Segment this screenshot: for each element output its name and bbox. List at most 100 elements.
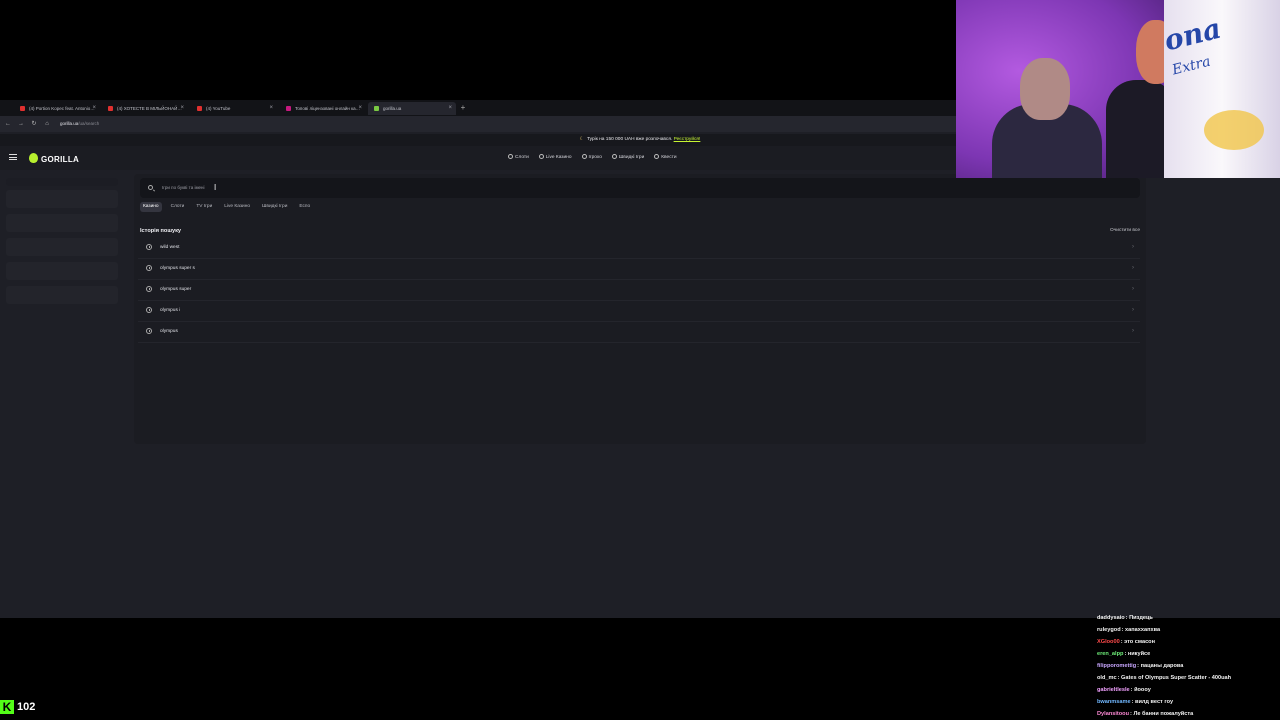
url-path: /ua/search [78,121,100,126]
forward-arrow-icon[interactable]: → [16,119,26,129]
casino-favicon-icon [286,106,291,111]
nav-item-slots[interactable]: Слоти [508,153,529,163]
close-tab-icon[interactable]: × [358,102,362,115]
menu-icon[interactable] [9,154,17,160]
chat-username[interactable]: old_mc [1097,675,1117,681]
bottle-label-image [1204,110,1264,150]
sidebar-skeleton [6,286,118,304]
kick-logo-icon: K [0,700,14,714]
browser-tab-active[interactable]: gorilla.ua × [368,102,456,115]
clear-all-button[interactable]: Очистити все [1110,226,1140,236]
chat-message: daddysaio: Пиздець [1097,612,1280,624]
tab-fast-games[interactable]: Швидкі Ігри [259,202,290,212]
history-item[interactable]: wild west › [138,238,1140,259]
chat-text: Gates of Olympus Super Scatter - 400uah [1121,675,1232,681]
chat-message: gabrieltlesle: йоооу [1097,684,1280,696]
chevron-right-icon: › [1132,265,1134,271]
chat-text: вилд вест гоу [1135,699,1174,705]
history-item[interactable]: olympus super s › [138,259,1140,280]
history-query: olympus i [160,308,181,313]
search-history-header: Історія пошуку Очистити все [140,226,1140,236]
clock-icon [146,244,152,250]
chat-text: йоооу [1134,687,1151,693]
search-box[interactable]: I [140,178,1140,198]
browser-tab[interactable]: (4) Portion Kopec feat. Antonio… × [14,102,100,115]
tab-slots[interactable]: Слоти [168,202,188,212]
close-tab-icon[interactable]: × [92,102,96,115]
close-tab-icon[interactable]: × [180,102,184,115]
chat-message: bwanmsame: вилд вест гоу [1097,696,1280,708]
viewer-counter: K 102 [0,699,35,715]
tab-tv-games[interactable]: TV Ігри [193,202,215,212]
bottle-image: ona Extra [1160,0,1280,178]
sidebar-skeleton [6,214,118,232]
gorilla-logo-icon [29,153,38,163]
history-query: olympus [160,329,178,334]
nav-item-igroho[interactable]: Ігрохо [581,153,602,163]
live-casino-icon [538,154,544,159]
chevron-right-icon: › [1132,244,1134,250]
history-query: olympus super s [160,266,195,271]
search-icon [148,185,153,190]
reload-icon[interactable]: ↻ [29,119,39,129]
chat-username[interactable]: eren_alpp [1097,651,1123,657]
nav-label: Ігрохо [588,155,602,160]
chat-username[interactable]: XGloo00 [1097,639,1120,645]
stream-frame: (4) Portion Kopec feat. Antonio… × (4) Х… [0,0,1280,720]
search-history-title: Історія пошуку [140,228,182,234]
close-tab-icon[interactable]: × [448,102,452,115]
chat-text: хапаххапхва [1125,627,1161,633]
sidebar-skeleton [6,190,118,208]
chat-text: Ле банни пожалуйста [1133,711,1194,717]
tab-label: Топові ліцензовані онлайн ка… [295,106,361,111]
browser-tab[interactable]: (4) ХОТЕСТЕ В МІЛЬЙОНАЙ… × [102,102,188,115]
search-panel: I Казино Слоти TV Ігри Live Казино Швидк… [134,174,1146,444]
quests-icon [654,154,660,159]
igroho-icon [581,154,587,159]
chat-text: никуйсе [1127,651,1151,657]
chat-message: eren_alpp: никуйсе [1097,648,1280,660]
chat-username[interactable]: gabrieltlesle [1097,687,1130,693]
gorilla-logo[interactable]: GORILLA [29,153,79,165]
tab-live-casino[interactable]: Live Казино [221,202,253,212]
streamer-head [1020,58,1070,120]
history-item[interactable]: olympus › [138,322,1140,343]
bottle-logo-image: Extra [1170,53,1213,79]
fast-games-icon [611,154,617,159]
url-field[interactable]: gorilla.ua/ua/search [60,119,99,129]
clock-icon [146,328,152,334]
chat-username[interactable]: ruleygod [1097,627,1121,633]
slots-icon [508,154,513,159]
nav-label: Квести [661,155,677,160]
tab-label: (4) ХОТЕСТЕ В МІЛЬЙОНАЙ… [117,106,182,111]
chat-message: Dylansitoou: Ле банни пожалуйста [1097,708,1280,720]
chat-username[interactable]: filipporomettig [1097,663,1136,669]
chat-username[interactable]: daddysaio [1097,615,1125,621]
nav-label: Швидкі Ігри [618,155,645,160]
sidebar-skeleton [6,178,118,186]
home-icon[interactable]: ⌂ [42,119,52,129]
close-tab-icon[interactable]: × [269,102,273,115]
bottle-logo-image: ona [1160,11,1225,58]
nav-label: Live Казино [545,155,572,160]
history-item[interactable]: olympus i › [138,301,1140,322]
history-item[interactable]: olympus super › [138,280,1140,301]
chat-username[interactable]: bwanmsame [1097,699,1131,705]
new-tab-button[interactable]: + [458,102,468,114]
back-arrow-icon[interactable]: ← [3,119,13,129]
nav-item-quests[interactable]: Квести [654,153,677,163]
gorilla-favicon-icon [374,106,379,111]
tab-casino[interactable]: Казино [140,202,162,212]
nav-item-live-casino[interactable]: Live Казино [538,153,572,163]
nav-item-fast-games[interactable]: Швидкі Ігри [611,153,645,163]
browser-tab[interactable]: (4) YouTube × [191,102,277,115]
chat-username[interactable]: Dylansitoou [1097,711,1129,717]
sidebar-skeleton [6,262,118,280]
youtube-favicon-icon [197,106,202,111]
register-link[interactable]: Реєструйся! [674,137,701,142]
clock-icon [146,286,152,292]
tab-espo[interactable]: Еспо [296,202,313,212]
chat-message: old_mc: Gates of Olympus Super Scatter -… [1097,672,1280,684]
search-input[interactable] [162,180,1122,194]
browser-tab[interactable]: Топові ліцензовані онлайн ка… × [280,102,366,115]
